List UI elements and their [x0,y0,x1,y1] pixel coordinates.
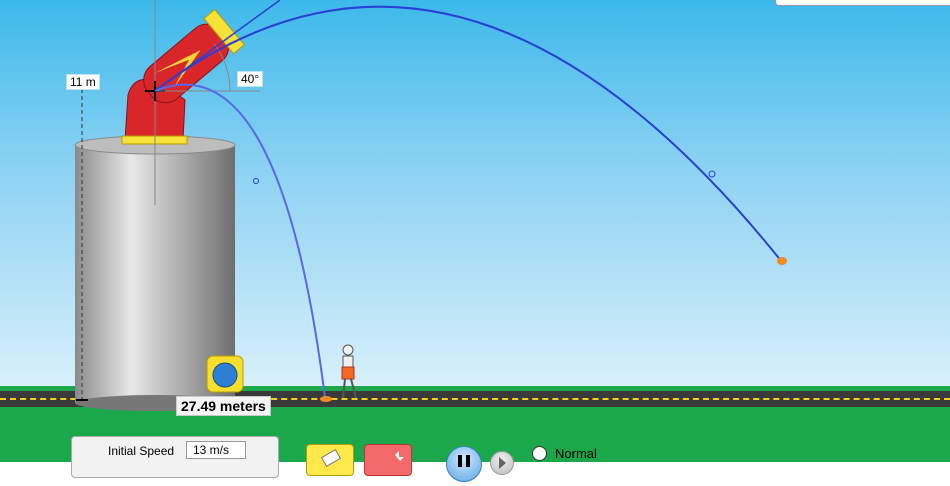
speed-normal-label: Normal [555,446,597,461]
person-figure[interactable] [341,344,357,399]
angle-label: 40° [237,71,264,87]
initial-speed-field[interactable]: 13 m/s [186,441,246,459]
projectile-scene [74,0,787,411]
fire-button[interactable] [364,444,412,476]
cannon[interactable] [121,8,245,145]
initial-speed-label: Initial Speed [108,444,175,458]
height-label: 11 m [66,74,100,90]
step-button[interactable] [490,451,514,475]
step-icon [499,457,506,469]
eraser-icon [320,448,342,468]
tape-measure-icon[interactable] [206,355,244,393]
erase-button[interactable] [306,444,354,476]
pause-button[interactable] [446,446,482,482]
initial-speed-panel: Initial Speed 13 m/s [71,436,279,478]
top-panel-edge [775,0,950,6]
pause-icon [458,455,470,467]
fire-cannon-icon [395,451,404,461]
speed-normal-radio[interactable] [532,446,547,461]
trajectory-long [154,0,787,265]
distance-readout: 27.49 meters [176,396,271,416]
